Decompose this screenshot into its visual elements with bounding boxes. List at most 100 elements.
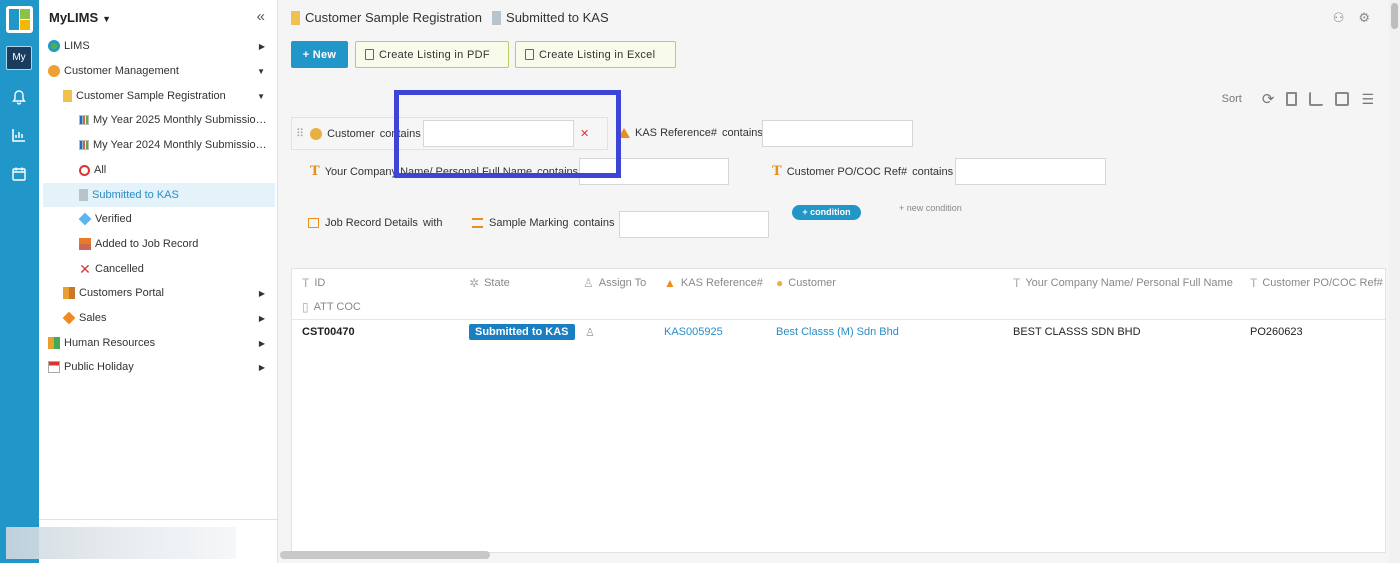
download-icon[interactable] bbox=[1286, 92, 1298, 106]
column-header-customer-po[interactable]: T Customer PO/COC Ref# bbox=[1250, 276, 1383, 290]
lines-icon bbox=[472, 218, 483, 228]
create-excel-label: Create Listing in Excel bbox=[539, 48, 656, 61]
column-header-state[interactable]: ✲ State bbox=[469, 276, 510, 290]
vertical-scrollbar[interactable] bbox=[1389, 0, 1400, 563]
app-switcher[interactable]: MyLIMS ▼ bbox=[49, 10, 111, 25]
create-excel-button[interactable]: Create Listing in Excel bbox=[515, 41, 676, 68]
nav-item-verified[interactable]: Verified bbox=[39, 207, 275, 231]
create-pdf-label: Create Listing in PDF bbox=[379, 48, 490, 61]
inbox-tray-icon bbox=[79, 238, 91, 250]
filter-operator[interactable]: contains bbox=[722, 127, 763, 139]
checklist-icon[interactable]: ☰ bbox=[1361, 91, 1374, 108]
kas-icon: ▲ bbox=[664, 276, 676, 290]
horizontal-scrollbar[interactable] bbox=[280, 551, 490, 559]
divider bbox=[39, 519, 277, 520]
chart-icon[interactable] bbox=[1309, 92, 1324, 106]
nav-item-customers-portal[interactable]: Customers Portal ▶ bbox=[39, 281, 275, 305]
drag-handle-icon[interactable]: ⠿ bbox=[296, 127, 304, 140]
column-header-label: KAS Reference# bbox=[680, 277, 763, 289]
column-header-att-coc[interactable]: ▯ ATT COC bbox=[302, 300, 361, 314]
breadcrumb-first[interactable]: Customer Sample Registration bbox=[305, 10, 482, 25]
assign-user-icon[interactable]: ♙ bbox=[585, 326, 595, 339]
nav-item-monthly-2025[interactable]: My Year 2025 Monthly Submission... bbox=[39, 108, 275, 132]
kas-reference-filter-input[interactable] bbox=[762, 120, 913, 147]
text-field-icon: T bbox=[302, 276, 310, 290]
filter-operator[interactable]: contains bbox=[573, 217, 614, 229]
filter-operator[interactable]: contains bbox=[912, 166, 953, 178]
column-header-id[interactable]: T ID bbox=[302, 276, 325, 290]
calendar-add-icon[interactable] bbox=[1335, 92, 1350, 106]
column-header-label: ATT COC bbox=[313, 301, 361, 313]
column-header-company-name[interactable]: T Your Company Name/ Personal Full Name bbox=[1013, 276, 1233, 290]
collapse-sidebar-icon[interactable]: « bbox=[257, 8, 265, 25]
text-field-icon: T bbox=[1013, 276, 1021, 290]
chart-icon[interactable] bbox=[11, 127, 27, 143]
job-record-condition: Job Record Details with bbox=[308, 217, 443, 229]
pdf-icon bbox=[365, 49, 374, 60]
list-toolbar: Sort ⟳ ☰ bbox=[1222, 90, 1374, 109]
nav-item-label: My Year 2024 Monthly Submission... bbox=[93, 139, 269, 151]
filter-operator[interactable]: with bbox=[423, 217, 443, 229]
smiley-icon bbox=[48, 65, 60, 77]
nav-item-customer-management[interactable]: Customer Management ▼ bbox=[39, 59, 275, 83]
sort-button[interactable]: Sort bbox=[1222, 93, 1242, 105]
nav-item-sales[interactable]: Sales ▶ bbox=[39, 306, 275, 330]
nav-item-cancelled[interactable]: ✕ Cancelled bbox=[39, 257, 275, 281]
bell-icon[interactable] bbox=[11, 89, 27, 105]
nav-item-label: Added to Job Record bbox=[95, 238, 199, 250]
cell-customer[interactable]: Best Classs (M) Sdn Bhd bbox=[776, 326, 899, 338]
new-condition-link[interactable]: + new condition bbox=[899, 203, 962, 213]
cell-customer-po: PO260623 bbox=[1250, 326, 1303, 338]
column-header-label: ID bbox=[314, 277, 326, 289]
new-button[interactable]: + New bbox=[291, 41, 348, 68]
column-header-assign-to[interactable]: ♙ Assign To bbox=[583, 276, 646, 290]
header-actions: ⚇ ⚙ bbox=[1333, 10, 1370, 26]
calendar-icon bbox=[48, 361, 60, 373]
org-chart-icon[interactable]: ⚇ bbox=[1333, 10, 1345, 26]
refresh-icon[interactable]: ⟳ bbox=[1262, 90, 1275, 108]
text-field-icon: T bbox=[1250, 276, 1258, 290]
nav-item-customer-sample-registration[interactable]: Customer Sample Registration ▼ bbox=[39, 84, 275, 108]
icon-rail: My bbox=[0, 0, 39, 563]
globe-icon bbox=[48, 40, 60, 52]
sample-marking-condition: Sample Marking contains bbox=[472, 217, 614, 229]
user-profile[interactable] bbox=[6, 527, 236, 559]
nav-item-label: LIMS bbox=[64, 40, 90, 52]
filter-label: Sample Marking bbox=[489, 217, 569, 229]
scrollbar-thumb[interactable] bbox=[1391, 3, 1398, 29]
cross-mark-icon: ✕ bbox=[79, 261, 91, 277]
column-header-label: Customer bbox=[788, 277, 836, 289]
cell-kas-reference[interactable]: KAS005925 bbox=[664, 326, 723, 338]
nav-item-lims[interactable]: LIMS ▶ bbox=[39, 34, 275, 58]
column-header-label: State bbox=[484, 277, 510, 289]
nav-item-all[interactable]: All bbox=[39, 158, 275, 182]
nav-item-monthly-2024[interactable]: My Year 2024 Monthly Submission... bbox=[39, 133, 275, 157]
nav-item-label: Public Holiday bbox=[64, 361, 134, 373]
app-logo-icon[interactable] bbox=[6, 6, 33, 33]
nav-item-human-resources[interactable]: Human Resources ▶ bbox=[39, 331, 275, 355]
add-condition-button[interactable]: + condition bbox=[792, 205, 861, 220]
customer-icon: ● bbox=[776, 276, 784, 290]
create-pdf-button[interactable]: Create Listing in PDF bbox=[355, 41, 509, 68]
my-app-button[interactable]: My bbox=[6, 46, 32, 70]
cell-id[interactable]: CST00470 bbox=[302, 326, 355, 338]
chevron-down-icon: ▼ bbox=[257, 66, 265, 76]
gear-icon[interactable]: ⚙ bbox=[1358, 10, 1370, 26]
customer-po-filter-input[interactable] bbox=[955, 158, 1106, 185]
chevron-right-icon: ▶ bbox=[258, 288, 265, 298]
nav-item-added-to-job-record[interactable]: Added to Job Record bbox=[39, 232, 275, 256]
text-field-icon: T bbox=[310, 164, 320, 179]
column-header-customer[interactable]: ● Customer bbox=[776, 276, 836, 290]
header-divider bbox=[292, 319, 1385, 320]
column-header-kas-reference[interactable]: ▲ KAS Reference# bbox=[664, 276, 763, 290]
calendar-icon[interactable] bbox=[11, 166, 27, 182]
customer-icon bbox=[310, 127, 323, 140]
kas-reference-condition: KAS Reference# contains bbox=[618, 127, 763, 139]
nav-item-label: Submitted to KAS bbox=[92, 189, 179, 201]
nav-item-submitted-to-kas[interactable]: Submitted to KAS bbox=[43, 183, 275, 207]
nav-item-public-holiday[interactable]: Public Holiday ▶ bbox=[39, 355, 275, 379]
filter-label: Customer bbox=[327, 127, 375, 140]
nav-item-label: Customers Portal bbox=[79, 287, 164, 299]
column-header-label: Your Company Name/ Personal Full Name bbox=[1025, 277, 1233, 289]
sample-marking-filter-input[interactable] bbox=[619, 211, 769, 238]
